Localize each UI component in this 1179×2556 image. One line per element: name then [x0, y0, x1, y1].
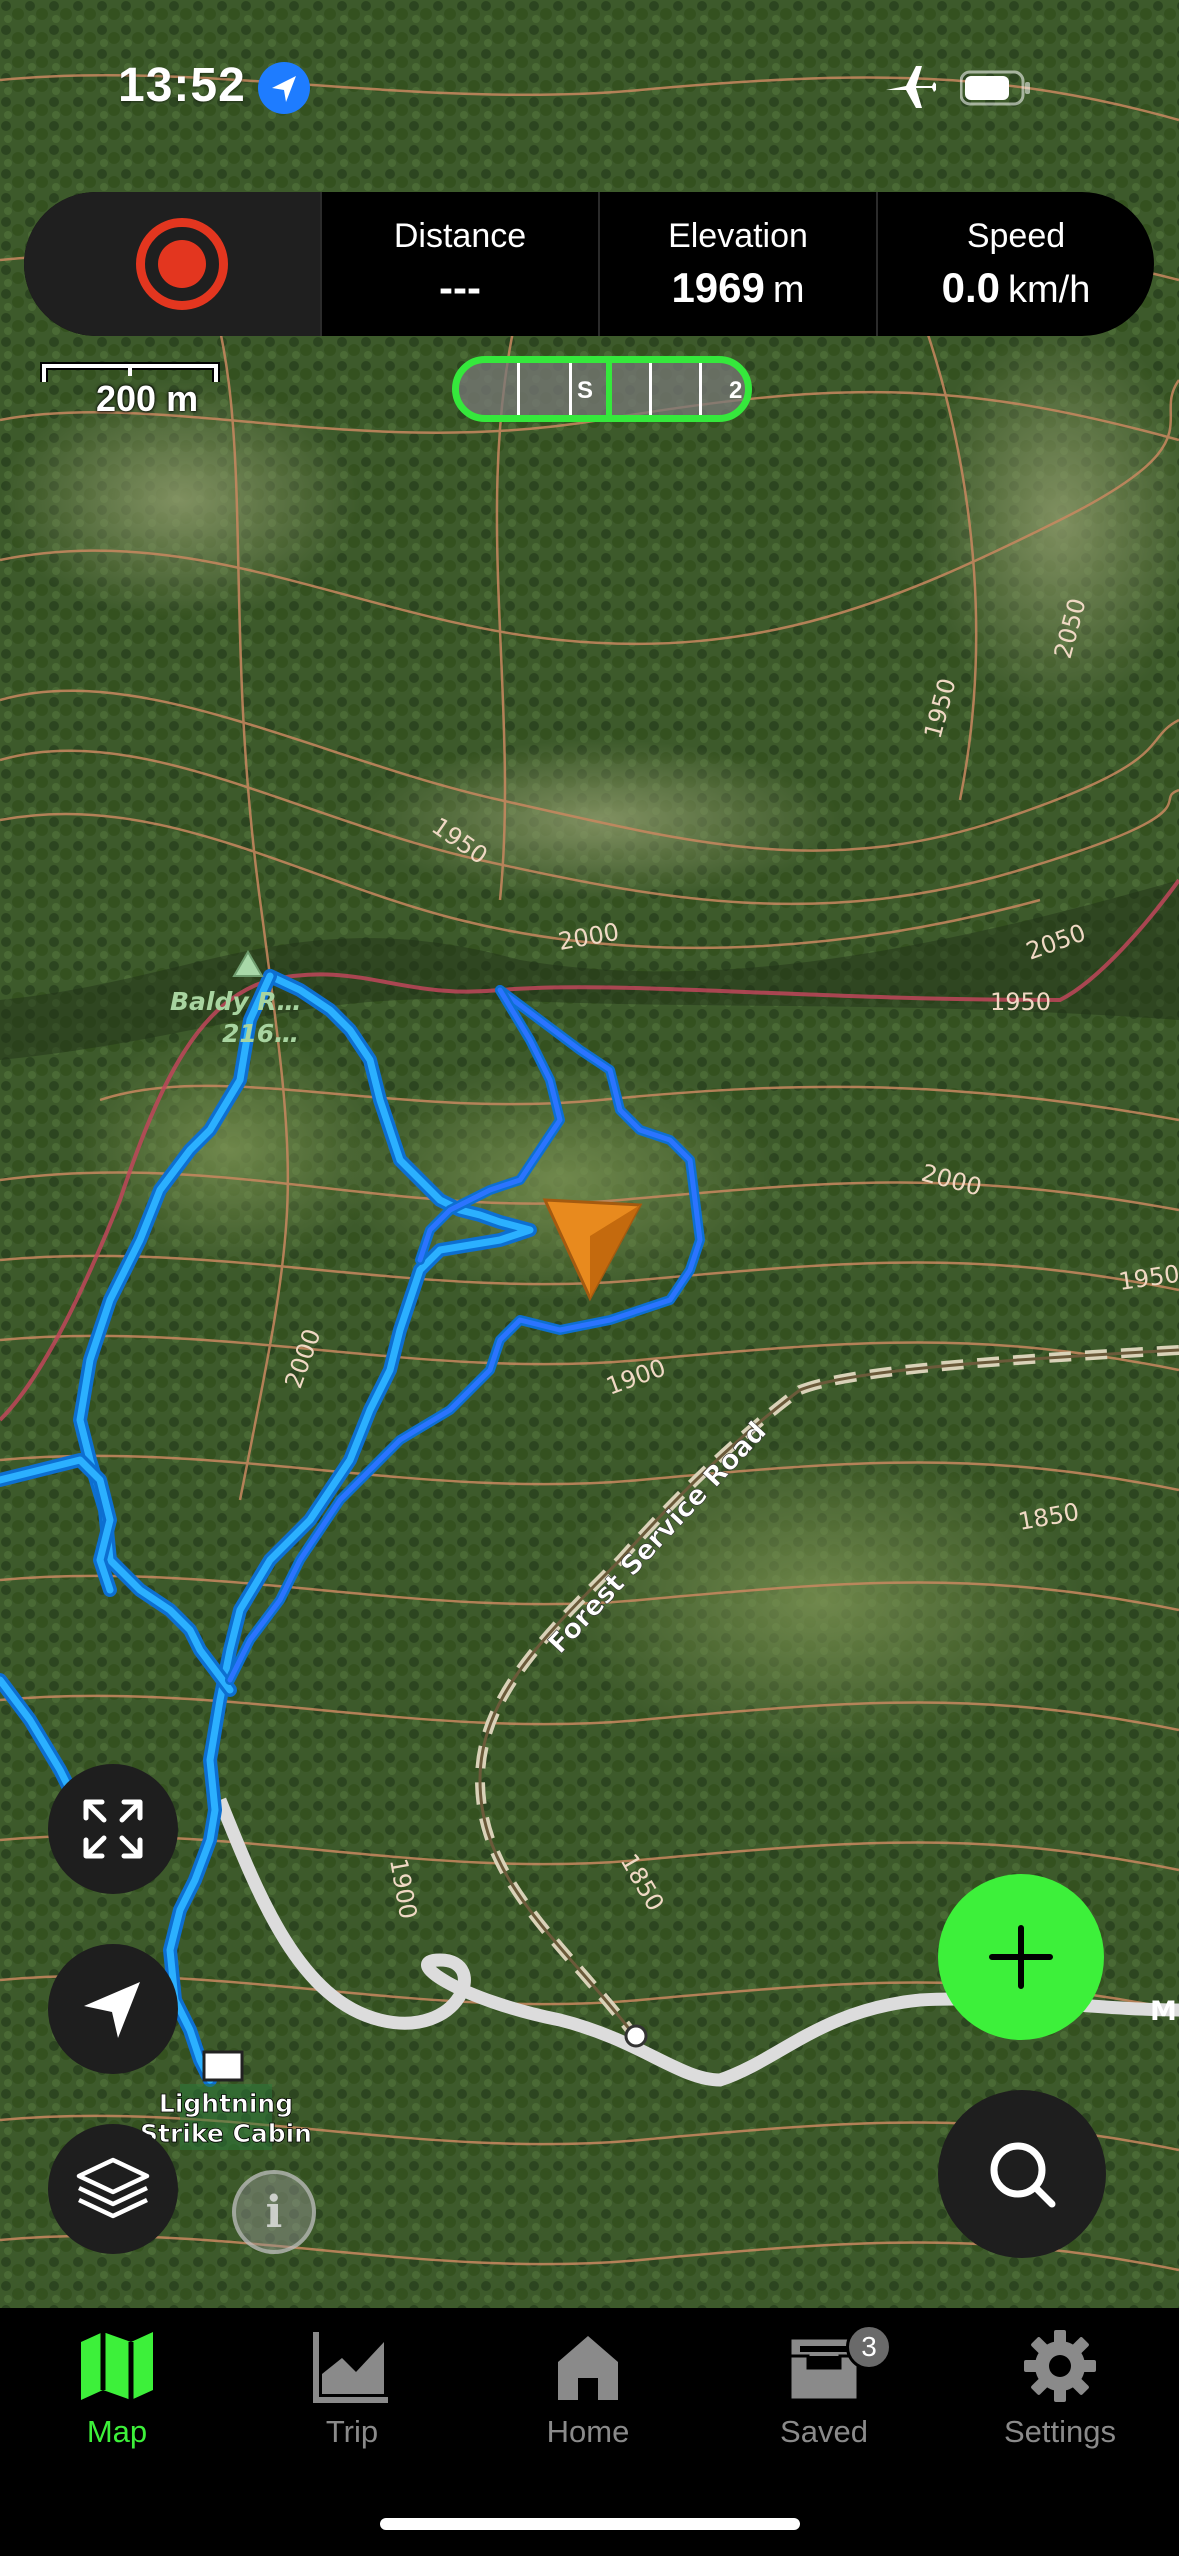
cabin-icon: [202, 2050, 244, 2082]
layers-button[interactable]: [48, 2124, 178, 2254]
record-button[interactable]: [136, 218, 228, 310]
record-cell: [24, 192, 320, 336]
speed-stat[interactable]: Speed 0.0 km/h: [876, 192, 1154, 336]
tab-map[interactable]: Map: [17, 2328, 217, 2468]
distance-stat[interactable]: Distance ---: [320, 192, 598, 336]
compass-letter-s: S: [577, 377, 594, 404]
battery-icon: [959, 70, 1032, 106]
status-time: 13:52: [118, 59, 246, 112]
search-icon: [990, 2142, 1056, 2208]
elevation-stat[interactable]: Elevation 1969 m: [598, 192, 876, 336]
peak-label: Baldy R…: [170, 987, 302, 1016]
cabin-label-2: Strike Cabin: [140, 2119, 312, 2148]
tab-home-label: Home: [546, 2414, 630, 2449]
search-button[interactable]: [938, 2090, 1106, 2258]
elevation-number: 1969: [671, 263, 765, 311]
distance-value: ---: [439, 263, 481, 311]
fullscreen-button[interactable]: [48, 1764, 178, 1894]
peak-elevation: 216…: [222, 1019, 299, 1048]
road-end-label: M: [1150, 1996, 1177, 2027]
airplane-icon: [884, 64, 936, 110]
tab-trip-label: Trip: [325, 2414, 379, 2449]
home-indicator: [380, 2518, 800, 2530]
stats-bar: Distance --- Elevation 1969 m Speed 0.0 km…: [24, 192, 1154, 336]
add-button[interactable]: [938, 1874, 1104, 2040]
elevation-unit: m: [772, 268, 805, 311]
plus-icon: [989, 1925, 1053, 1989]
tab-saved-label: Saved: [780, 2414, 868, 2449]
compass-letter-right: 2: [729, 377, 743, 404]
saved-badge: 3: [846, 2324, 892, 2370]
tab-saved[interactable]: Saved 3: [724, 2324, 924, 2468]
distance-label: Distance: [393, 216, 527, 255]
speed-number: 0.0: [941, 263, 1001, 311]
tab-home[interactable]: Home: [488, 2328, 688, 2468]
map-icon: [81, 2332, 153, 2400]
locate-me-button[interactable]: [48, 1944, 178, 2074]
layers-icon: [76, 2157, 150, 2219]
tab-settings[interactable]: Settings: [960, 2328, 1160, 2468]
tab-map-label: Map: [86, 2414, 148, 2449]
compass[interactable]: S 2: [452, 356, 752, 422]
tab-settings-label: Settings: [1003, 2414, 1116, 2449]
contour-label: 1950: [990, 988, 1051, 1016]
home-icon: [558, 2336, 618, 2400]
elevation-label: Elevation: [668, 216, 808, 255]
cabin-label: Lightning: [159, 2089, 293, 2118]
speed-label: Speed: [966, 216, 1066, 255]
chart-icon: [313, 2332, 388, 2403]
tab-trip[interactable]: Trip: [252, 2328, 452, 2468]
navigation-arrow-icon: [84, 1982, 140, 2038]
info-button[interactable]: i: [232, 2170, 316, 2254]
speed-value: 0.0 km/h: [942, 264, 1091, 312]
speed-unit: km/h: [1008, 268, 1091, 311]
gear-icon: [1024, 2330, 1096, 2402]
expand-icon: [83, 1799, 143, 1859]
scale-label: 200 m: [96, 378, 199, 419]
location-arrow-icon: [258, 62, 310, 114]
elevation-value: 1969 m: [671, 264, 804, 312]
